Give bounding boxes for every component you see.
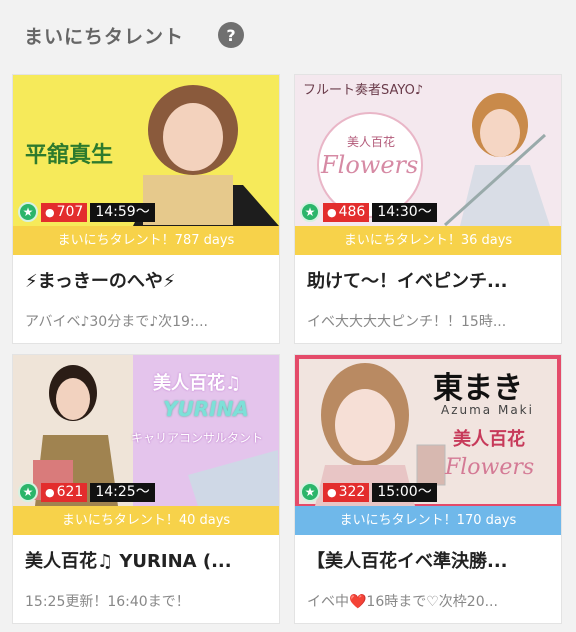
thumbnail-caption-3: 美人百花 bbox=[453, 429, 525, 450]
card-stats: ★ ● 621 14:25〜 bbox=[18, 482, 155, 502]
viewer-count-badge: ● 322 bbox=[323, 482, 370, 502]
card-thumbnail: フルート奏者SAYO♪ 美人百花 Flowers ★ ● 486 14:30〜 bbox=[295, 75, 561, 226]
start-time: 14:25〜 bbox=[90, 482, 155, 502]
card-title: 美人百花♫ YURINA (... bbox=[25, 551, 232, 572]
person-icon: ● bbox=[45, 485, 55, 499]
thumbnail-caption-4: Flowers bbox=[445, 455, 535, 480]
card-title-text: ⚡まっきーのへや⚡ bbox=[25, 271, 176, 292]
thumbnail-caption-2: Azuma Maki bbox=[441, 403, 534, 417]
help-icon[interactable]: ? bbox=[218, 22, 245, 48]
start-time: 14:30〜 bbox=[372, 202, 437, 222]
card-subtitle: イベ中❤️16時まで♡次枠20... bbox=[307, 594, 498, 610]
person-icon: ● bbox=[327, 205, 337, 219]
thumbnail-caption: 平舘真生 bbox=[25, 143, 114, 168]
talent-card-1[interactable]: 平舘真生 ★ ● 707 14:59〜 まいにちタレント！787 days ⚡まっ… bbox=[12, 74, 280, 344]
talent-card-4[interactable]: 東まき Azuma Maki 美人百花 Flowers ★ ● 322 15:00… bbox=[294, 354, 562, 624]
thumbnail-caption-2: 美人百花 bbox=[347, 135, 396, 149]
streak-days-band: まいにちタレント！40 days bbox=[13, 506, 279, 535]
card-title: 助けて〜！イベピンチ... bbox=[307, 271, 508, 292]
card-thumbnail: 平舘真生 ★ ● 707 14:59〜 bbox=[13, 75, 279, 226]
level-badge-icon: ★ bbox=[300, 482, 320, 502]
card-stats: ★ ● 486 14:30〜 bbox=[300, 202, 437, 222]
thumbnail-caption-2: YURINA bbox=[163, 397, 249, 421]
level-badge-icon: ★ bbox=[18, 482, 38, 502]
thumbnail-caption: フルート奏者SAYO♪ bbox=[303, 83, 424, 98]
section-title: まいにちタレント bbox=[24, 25, 185, 48]
thumbnail-caption: 美人百花♫ bbox=[153, 373, 242, 394]
streak-days-band: まいにちタレント！36 days bbox=[295, 226, 561, 255]
viewer-count-badge: ● 707 bbox=[41, 202, 88, 222]
start-time: 14:59〜 bbox=[90, 202, 155, 222]
card-stats: ★ ● 322 15:00〜 bbox=[300, 482, 437, 502]
start-time: 15:00〜 bbox=[372, 482, 437, 502]
streak-days-band: まいにちタレント！170 days bbox=[295, 506, 561, 535]
thumbnail-caption-3: Flowers bbox=[321, 151, 419, 179]
viewer-count: 486 bbox=[338, 203, 366, 220]
level-badge-icon: ★ bbox=[300, 202, 320, 222]
person-icon: ● bbox=[45, 205, 55, 219]
section-header: まいにちタレント ? bbox=[24, 20, 245, 50]
thumbnail-caption: 東まき bbox=[433, 371, 523, 406]
card-title: ⚡まっきーのへや⚡ bbox=[25, 267, 269, 293]
viewer-count: 707 bbox=[56, 203, 84, 220]
level-badge-icon: ★ bbox=[18, 202, 38, 222]
talent-card-2[interactable]: フルート奏者SAYO♪ 美人百花 Flowers ★ ● 486 14:30〜 ま… bbox=[294, 74, 562, 344]
card-thumbnail: 東まき Azuma Maki 美人百花 Flowers ★ ● 322 15:00… bbox=[295, 355, 561, 506]
thumbnail-caption-3: キャリアコンサルタント bbox=[131, 431, 264, 445]
card-title: 【美人百花イベ準決勝... bbox=[307, 551, 508, 572]
card-stats: ★ ● 707 14:59〜 bbox=[18, 202, 155, 222]
card-subtitle: アバイベ♪30分まで♪次19:... bbox=[25, 314, 209, 330]
talent-card-3[interactable]: 美人百花♫ YURINA キャリアコンサルタント ★ ● 621 14:25〜 ま… bbox=[12, 354, 280, 624]
person-icon: ● bbox=[327, 485, 337, 499]
viewer-count: 621 bbox=[56, 483, 84, 500]
viewer-count-badge: ● 621 bbox=[41, 482, 88, 502]
card-subtitle: 15:25更新！16:40まで！ bbox=[25, 594, 190, 610]
card-thumbnail: 美人百花♫ YURINA キャリアコンサルタント ★ ● 621 14:25〜 bbox=[13, 355, 279, 506]
viewer-count: 322 bbox=[338, 483, 366, 500]
viewer-count-badge: ● 486 bbox=[323, 202, 370, 222]
card-subtitle: イベ大大大大ピンチ！！15時... bbox=[307, 314, 507, 330]
streak-days-band: まいにちタレント！787 days bbox=[13, 226, 279, 255]
